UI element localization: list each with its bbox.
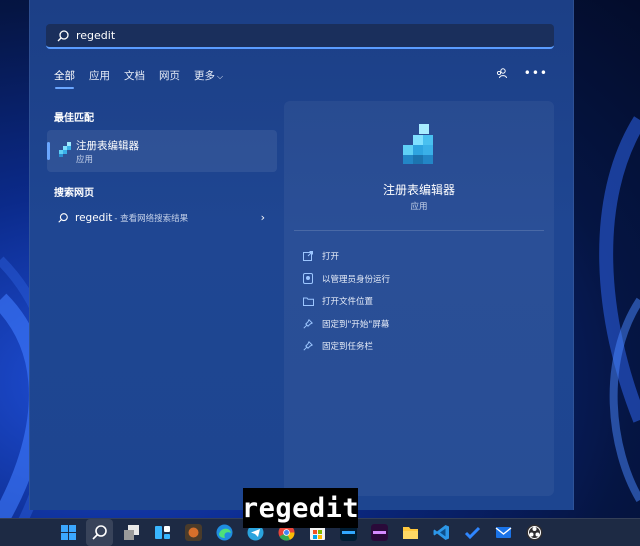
premiere-icon[interactable] [371,524,388,541]
best-match-heading: 最佳匹配 [54,113,94,124]
preview-pane: 注册表编辑器 应用 打开 以管理员身份运行 打开文件位置 固定到"开始"屏幕 固… [284,101,554,496]
search-icon [58,213,68,223]
action-run-as-admin[interactable]: 以管理员身份运行 [302,268,390,291]
web-search-suffix: - 查看网络搜索结果 [114,214,189,224]
best-match-subtitle: 应用 [76,155,94,165]
more-options-icon[interactable]: ••• [524,66,548,80]
todo-icon[interactable] [464,524,481,541]
tab-more[interactable]: 更多 ⌵ [194,68,223,83]
action-run-as-admin-label: 以管理员身份运行 [322,274,391,285]
windows-start-icon[interactable] [60,524,77,541]
action-pin-to-start[interactable]: 固定到"开始"屏幕 [302,313,390,336]
registry-editor-icon [59,142,71,157]
web-search-query: regedit [75,212,113,224]
video-caption: regedit [242,488,359,528]
task-view-icon[interactable] [123,524,140,541]
account-switch-icon[interactable] [496,67,508,79]
edge-browser-icon[interactable] [216,524,233,541]
vscode-icon[interactable] [433,524,450,541]
search-icon [57,29,69,41]
best-match-title: 注册表编辑器 [76,140,139,152]
action-pin-to-taskbar-label: 固定到任务栏 [322,342,374,353]
registry-editor-icon [403,124,433,164]
action-open[interactable]: 打开 [302,245,390,268]
pin-icon [302,318,314,330]
obs-icon[interactable] [526,524,543,541]
preview-subtitle: 应用 [410,202,428,212]
tab-more-label: 更多 [194,70,215,82]
widgets-icon[interactable] [154,524,171,541]
chevron-right-icon: › [260,211,265,224]
header-actions: ••• [496,66,548,80]
search-box[interactable] [46,24,554,49]
action-open-file-location[interactable]: 打开文件位置 [302,290,390,313]
search-icon[interactable] [91,524,108,541]
search-input[interactable] [76,29,516,42]
tab-apps[interactable]: 应用 [89,68,110,83]
divider [294,230,544,231]
preview-title: 注册表编辑器 [382,183,455,197]
web-search-heading: 搜索网页 [54,188,94,199]
tab-all[interactable]: 全部 [54,68,75,89]
best-match-result[interactable]: 注册表编辑器 应用 [47,130,277,172]
preview-actions: 打开 以管理员身份运行 打开文件位置 固定到"开始"屏幕 固定到任务栏 [302,245,390,358]
app-game-icon[interactable] [185,524,202,541]
web-search-result[interactable]: regedit - 查看网络搜索结果 › [47,206,277,230]
shield-icon [302,273,314,285]
selection-indicator [47,142,50,160]
action-pin-to-taskbar[interactable]: 固定到任务栏 [302,335,390,358]
tab-web[interactable]: 网页 [159,68,180,83]
open-icon [302,250,314,262]
folder-icon [302,295,314,307]
action-pin-to-start-label: 固定到"开始"屏幕 [322,319,390,330]
action-open-file-location-label: 打开文件位置 [322,297,374,308]
mail-icon[interactable] [495,524,512,541]
tab-documents[interactable]: 文档 [124,68,145,83]
file-explorer-icon[interactable] [402,524,419,541]
action-open-label: 打开 [322,252,340,263]
filter-tabs: 全部 应用 文档 网页 更多 ⌵ [54,68,237,89]
chevron-down-icon: ⌵ [217,72,224,81]
pin-icon [302,340,314,352]
